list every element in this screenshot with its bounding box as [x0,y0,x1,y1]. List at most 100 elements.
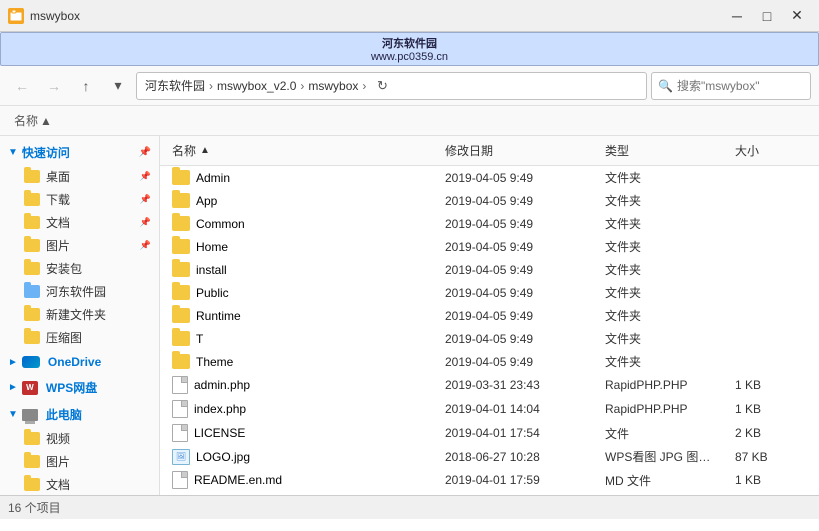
file-type: WPS看图 JPG 图… [601,447,731,466]
wps-header[interactable]: ► W WPS网盘 [0,375,159,400]
file-icon [172,376,188,394]
wps-label: WPS网盘 [46,379,97,396]
table-row[interactable]: Theme 2019-04-05 9:49 文件夹 [160,350,819,373]
file-name-cell: 🖼 LOGO.jpg [168,448,441,466]
file-date: 2019-04-05 9:49 [441,285,601,301]
file-size: 1 KB [731,401,811,417]
forward-button[interactable]: → [40,72,68,100]
table-row[interactable]: Public 2019-04-05 9:49 文件夹 [160,281,819,304]
pc-documents-label: 文档 [46,476,70,493]
table-row[interactable]: T 2019-04-05 9:49 文件夹 [160,327,819,350]
file-list-header: 名称 ▲ 修改日期 类型 大小 [160,136,819,166]
recent-button[interactable]: ▾ [104,72,132,100]
back-button[interactable]: ← [8,72,36,100]
sort-arrow-icon: ▲ [40,114,52,128]
sidebar-item-desktop[interactable]: 桌面 📌 [0,165,159,188]
onedrive-header[interactable]: ► OneDrive [0,351,159,373]
sort-button[interactable]: 名称 ▲ [8,110,58,131]
this-pc-label: 此电脑 [46,406,82,423]
table-row[interactable]: LICENSE 2019-04-01 17:54 文件 2 KB [160,421,819,445]
sidebar-item-compressed[interactable]: 压缩图 [0,326,159,349]
folder-icon [172,262,190,277]
table-row[interactable]: Home 2019-04-05 9:49 文件夹 [160,235,819,258]
secondary-toolbar: 名称 ▲ [0,106,819,136]
sidebar-item-hedong[interactable]: 河东软件园 [0,280,159,303]
minimize-button[interactable]: ─ [723,5,751,27]
sidebar-item-install-pkg[interactable]: 安装包 [0,257,159,280]
file-name-cell: index.php [168,399,441,419]
this-pc-header[interactable]: ▼ 此电脑 [0,402,159,427]
title-bar: mswybox ─ □ ✕ [0,0,819,32]
wps-section: ► W WPS网盘 [0,375,159,400]
file-size [731,223,811,225]
file-size [731,269,811,271]
file-type: 文件夹 [601,306,731,325]
sidebar-item-videos[interactable]: 视频 [0,427,159,450]
table-row[interactable]: README.en.md 2019-04-01 17:59 MD 文件 1 KB [160,468,819,492]
file-name: admin.php [194,378,250,392]
file-date: 2019-04-05 9:49 [441,216,601,232]
up-button[interactable]: ↑ [72,72,100,100]
file-date: 2019-03-31 23:43 [441,377,601,393]
sidebar-item-pc-pictures[interactable]: 图片 [0,450,159,473]
breadcrumb-v2[interactable]: mswybox_v2.0 [217,79,296,93]
table-row[interactable]: index.php 2019-04-01 14:04 RapidPHP.PHP … [160,397,819,421]
file-name-cell: T [168,330,441,347]
table-row[interactable]: Admin 2019-04-05 9:49 文件夹 [160,166,819,189]
file-size [731,338,811,340]
col-header-date[interactable]: 修改日期 [441,140,601,161]
pc-pictures-icon [24,455,40,468]
wps-chevron: ► [8,382,18,393]
close-button[interactable]: ✕ [783,5,811,27]
sidebar-item-downloads[interactable]: 下载 📌 [0,188,159,211]
file-date: 2019-04-01 14:04 [441,401,601,417]
file-icon [172,471,188,489]
search-box[interactable]: 🔍 [651,72,811,100]
file-size [731,315,811,317]
file-type: 文件夹 [601,214,731,233]
address-bar[interactable]: 河东软件园 › mswybox_v2.0 › mswybox › ↻ [136,72,647,100]
file-icon [172,400,188,418]
file-size: 1 KB [731,472,811,488]
file-date: 2019-04-05 9:49 [441,170,601,186]
file-size [731,177,811,179]
quick-access-header[interactable]: ▼ 快速访问 📌 [0,140,159,165]
breadcrumb-current[interactable]: mswybox [308,79,358,93]
table-row[interactable]: install 2019-04-05 9:49 文件夹 [160,258,819,281]
file-type: 文件夹 [601,329,731,348]
hedong-folder-icon [24,285,40,298]
maximize-button[interactable]: □ [753,5,781,27]
breadcrumb-root[interactable]: 河东软件园 [145,77,205,94]
col-header-name[interactable]: 名称 ▲ [168,140,441,161]
table-row[interactable]: Runtime 2019-04-05 9:49 文件夹 [160,304,819,327]
search-input[interactable] [677,79,804,93]
col-sort-arrow: ▲ [200,145,210,156]
nav-bar: ← → ↑ ▾ 河东软件园 › mswybox_v2.0 › mswybox ›… [0,66,819,106]
file-type: RapidPHP.PHP [601,401,731,417]
watermark: 河东软件园 www.pc0359.cn [0,32,819,66]
install-pkg-icon [24,262,40,275]
sidebar-item-pc-documents[interactable]: 文档 [0,473,159,495]
file-type: 文件夹 [601,191,731,210]
table-row[interactable]: Common 2019-04-05 9:49 文件夹 [160,212,819,235]
downloads-label: 下载 [46,191,70,208]
file-name-cell: LICENSE [168,423,441,443]
col-header-type[interactable]: 类型 [601,140,731,161]
file-date: 2019-04-05 9:49 [441,308,601,324]
status-bar: 16 个项目 [0,495,819,519]
computer-icon [22,409,38,421]
table-row[interactable]: App 2019-04-05 9:49 文件夹 [160,189,819,212]
sidebar-item-pictures[interactable]: 图片 📌 [0,234,159,257]
sidebar-item-documents[interactable]: 文档 📌 [0,211,159,234]
wps-icon: W [22,381,38,395]
file-name-cell: Admin [168,169,441,186]
table-row[interactable]: admin.php 2019-03-31 23:43 RapidPHP.PHP … [160,373,819,397]
refresh-button[interactable]: ↻ [370,74,394,98]
watermark-line2: www.pc0359.cn [1,51,818,63]
table-row[interactable]: README.md 2019-04-01 17:59 MD 文件 1 KB [160,492,819,495]
col-header-size[interactable]: 大小 [731,140,811,161]
table-row[interactable]: 🖼 LOGO.jpg 2018-06-27 10:28 WPS看图 JPG 图…… [160,445,819,468]
desktop-label: 桌面 [46,168,70,185]
sidebar-item-new-folder[interactable]: 新建文件夹 [0,303,159,326]
this-pc-chevron: ▼ [8,409,18,420]
